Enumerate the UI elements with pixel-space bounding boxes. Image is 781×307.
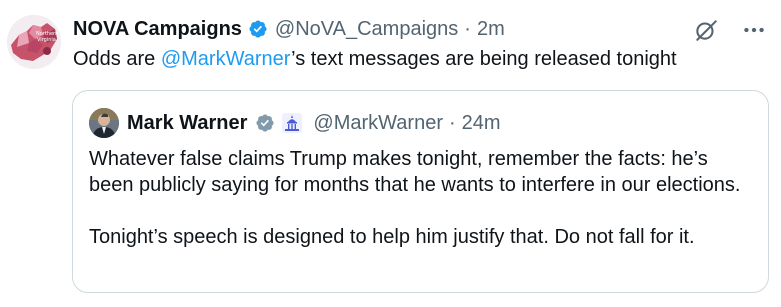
virginia-map-icon: Northern Virginia bbox=[7, 15, 61, 69]
quoted-tweet-text: Whatever false claims Trump makes tonigh… bbox=[89, 146, 754, 250]
tweet-actions bbox=[693, 17, 767, 43]
author-avatar[interactable]: Northern Virginia bbox=[7, 15, 61, 69]
author-handle[interactable]: @NoVA_Campaigns bbox=[275, 16, 458, 42]
quoted-author-name[interactable]: Mark Warner bbox=[127, 110, 247, 136]
tweet-text: Odds are @MarkWarner’s text messages are… bbox=[73, 46, 677, 72]
quoted-tweet-timestamp[interactable]: 24m bbox=[462, 110, 501, 136]
tweet-text-prefix: Odds are bbox=[73, 48, 161, 70]
tweet-header: NOVA Campaigns @NoVA_Campaigns · 2m bbox=[73, 16, 505, 42]
verified-badge-icon bbox=[249, 20, 267, 38]
mention-link[interactable]: @MarkWarner bbox=[161, 48, 291, 70]
quoted-tweet-header: Mark Warner @MarkWarner · 24m bbox=[89, 108, 501, 138]
tweet-timestamp[interactable]: 2m bbox=[477, 16, 505, 42]
author-name[interactable]: NOVA Campaigns bbox=[73, 16, 242, 42]
grok-icon[interactable] bbox=[693, 17, 719, 43]
quoted-author-avatar[interactable] bbox=[89, 108, 119, 138]
more-options-icon[interactable] bbox=[741, 17, 767, 43]
quoted-tweet-card[interactable]: Mark Warner @MarkWarner · 24m Whatever f… bbox=[72, 90, 769, 293]
quoted-paragraph: Whatever false claims Trump makes tonigh… bbox=[89, 148, 741, 196]
quoted-separator-dot: · bbox=[449, 112, 456, 134]
tweet-text-suffix: ’s text messages are being released toni… bbox=[291, 48, 677, 70]
separator-dot: · bbox=[464, 18, 471, 40]
government-verified-badge-icon bbox=[256, 114, 274, 132]
quoted-author-handle[interactable]: @MarkWarner bbox=[313, 110, 443, 136]
person-portrait-icon bbox=[89, 108, 119, 138]
capitol-icon[interactable] bbox=[281, 112, 303, 134]
quoted-paragraph: Tonight’s speech is designed to help him… bbox=[89, 226, 695, 248]
svg-text:Virginia: Virginia bbox=[37, 37, 56, 43]
